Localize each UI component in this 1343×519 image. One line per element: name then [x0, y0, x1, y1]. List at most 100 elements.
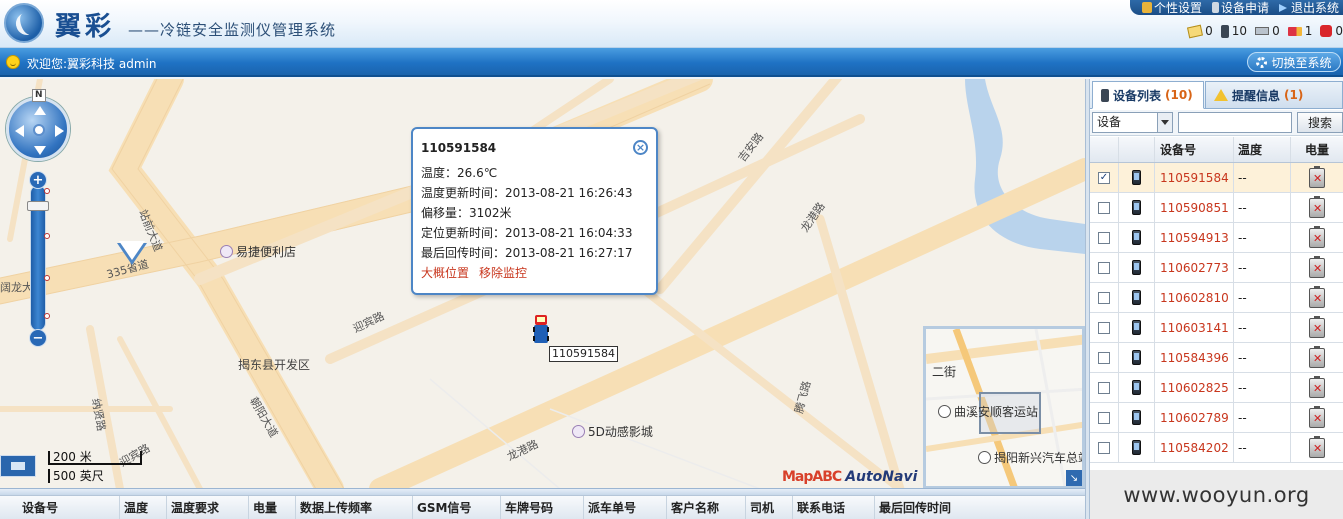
- remove-monitor-link[interactable]: 移除监控: [479, 264, 527, 281]
- header-battery[interactable]: 电量: [1291, 137, 1343, 162]
- pan-left-icon[interactable]: [15, 125, 24, 137]
- row-device-id[interactable]: 110602773: [1155, 253, 1234, 282]
- row-checkbox[interactable]: [1098, 291, 1110, 304]
- row-checkbox[interactable]: [1098, 261, 1110, 274]
- search-type-value: 设备: [1097, 115, 1122, 129]
- row-device-id[interactable]: 110603141: [1155, 313, 1234, 342]
- col-plate-number[interactable]: 车牌号码: [501, 496, 584, 519]
- col-phone[interactable]: 联系电话: [793, 496, 875, 519]
- row-device-id[interactable]: 110594913: [1155, 223, 1234, 252]
- message-counter[interactable]: 0: [1187, 24, 1213, 38]
- row-checkbox[interactable]: [1098, 201, 1110, 214]
- table-row[interactable]: 110590851 --: [1090, 193, 1343, 223]
- row-check-cell: [1090, 193, 1119, 222]
- approx-location-link[interactable]: 大概位置: [421, 264, 469, 281]
- pan-center-icon[interactable]: [33, 124, 45, 136]
- logout-label: 退出系统: [1290, 1, 1339, 15]
- collapse-overview-icon[interactable]: ↘: [1066, 470, 1082, 486]
- vehicle-marker-icon[interactable]: [533, 315, 549, 345]
- table-row[interactable]: 110594913 --: [1090, 223, 1343, 253]
- poi-store[interactable]: 易捷便利店: [220, 243, 296, 260]
- col-battery[interactable]: 电量: [249, 496, 296, 519]
- row-device-id[interactable]: 110602825: [1155, 373, 1234, 402]
- col-last-report-time[interactable]: 最后回传时间: [875, 496, 1085, 519]
- switch-system-button[interactable]: 切换至系统: [1247, 52, 1341, 72]
- overview-map[interactable]: 二街 曲溪安顺客运站 揭阳新兴汽车总站 ↘: [923, 326, 1085, 489]
- table-row[interactable]: 110602773 --: [1090, 253, 1343, 283]
- row-device-id[interactable]: 110602810: [1155, 283, 1234, 312]
- device-counter[interactable]: 10: [1220, 24, 1247, 38]
- battery-empty-icon: [1309, 285, 1325, 308]
- overview-poi-station-2: 揭阳新兴汽车总站: [978, 449, 1082, 466]
- zoom-level-marker[interactable]: [44, 313, 50, 319]
- zoom-control[interactable]: + −: [26, 171, 50, 347]
- row-checkbox[interactable]: [1098, 411, 1110, 424]
- pan-down-icon[interactable]: [34, 146, 46, 155]
- truck-counter[interactable]: 1: [1287, 24, 1313, 38]
- table-row[interactable]: 110584396 --: [1090, 343, 1343, 373]
- col-temp-requirement[interactable]: 温度要求: [167, 496, 249, 519]
- row-device-id[interactable]: 110590851: [1155, 193, 1234, 222]
- header-check-cell: [1090, 137, 1119, 162]
- device-search-input[interactable]: [1178, 112, 1292, 133]
- row-device-id[interactable]: 110591584: [1155, 163, 1234, 192]
- map-pan-control[interactable]: N: [6, 89, 70, 169]
- col-upload-frequency[interactable]: 数据上传频率: [296, 496, 413, 519]
- row-device-id[interactable]: 110584202: [1155, 433, 1234, 462]
- col-temperature[interactable]: 温度: [120, 496, 167, 519]
- row-device-id[interactable]: 110602789: [1155, 403, 1234, 432]
- search-button[interactable]: 搜索: [1297, 112, 1343, 133]
- personal-settings-link[interactable]: 个性设置: [1141, 0, 1202, 16]
- table-row[interactable]: ✓ 110591584 --: [1090, 163, 1343, 193]
- poi-cinema[interactable]: 5D动感影城: [572, 423, 653, 440]
- col-dispatch-number[interactable]: 派车单号: [584, 496, 667, 519]
- table-row[interactable]: 110602810 --: [1090, 283, 1343, 313]
- search-type-select[interactable]: 设备: [1092, 112, 1173, 133]
- device-apply-link[interactable]: 设备申请: [1211, 0, 1269, 16]
- battery-empty-icon: [1309, 225, 1325, 248]
- table-row[interactable]: 110603141 --: [1090, 313, 1343, 343]
- row-checkbox[interactable]: [1098, 351, 1110, 364]
- col-customer-name[interactable]: 客户名称: [667, 496, 746, 519]
- tab-device-list[interactable]: 设备列表 (10): [1092, 81, 1204, 109]
- offline-counter[interactable]: 0: [1255, 24, 1280, 38]
- pan-right-icon[interactable]: [55, 125, 64, 137]
- truck-count: 1: [1304, 24, 1313, 38]
- zoom-out-button[interactable]: −: [29, 329, 47, 347]
- zoom-in-button[interactable]: +: [29, 171, 47, 189]
- table-row[interactable]: 110602825 --: [1090, 373, 1343, 403]
- row-battery-cell: [1291, 373, 1343, 402]
- compass-pan-icon[interactable]: [6, 97, 70, 161]
- col-gsm-signal[interactable]: GSM信号: [413, 496, 501, 519]
- zoom-slider-handle[interactable]: [27, 201, 49, 211]
- zoom-level-marker[interactable]: [44, 233, 50, 239]
- zoom-level-marker[interactable]: [44, 188, 50, 194]
- row-device-id[interactable]: 110584396: [1155, 343, 1234, 372]
- logout-link[interactable]: 退出系统: [1278, 0, 1339, 16]
- battery-empty-icon: [1309, 195, 1325, 218]
- tab-alerts[interactable]: 提醒信息 (1): [1205, 81, 1343, 109]
- header-device-id[interactable]: 设备号: [1155, 137, 1234, 162]
- header-icon-cell: [1119, 137, 1155, 162]
- truck-icon: [1287, 26, 1302, 36]
- map-view[interactable]: 站前大道 335省道 迎宾路 迎宾路 吉安路 龙港路 龙港路 朝阳大道 纳贤路 …: [0, 79, 1085, 489]
- row-checkbox[interactable]: [1098, 441, 1110, 454]
- table-row[interactable]: 110584202 --: [1090, 433, 1343, 463]
- col-driver[interactable]: 司机: [746, 496, 793, 519]
- chevron-down-icon[interactable]: [1157, 113, 1172, 132]
- row-battery-cell: [1291, 343, 1343, 372]
- map-type-toggle-button[interactable]: [0, 455, 36, 477]
- row-checkbox[interactable]: [1098, 381, 1110, 394]
- row-checkbox[interactable]: ✓: [1098, 171, 1110, 184]
- pan-up-icon[interactable]: [34, 106, 46, 115]
- alarm-counter[interactable]: 0: [1320, 24, 1343, 38]
- close-icon[interactable]: ×: [633, 140, 648, 155]
- bottom-panel-splitter[interactable]: [0, 488, 1085, 495]
- row-checkbox[interactable]: [1098, 321, 1110, 334]
- table-row[interactable]: 110602789 --: [1090, 403, 1343, 433]
- row-checkbox[interactable]: [1098, 231, 1110, 244]
- header-temperature[interactable]: 温度: [1234, 137, 1291, 162]
- col-device-id[interactable]: 设备号: [0, 496, 120, 519]
- row-temperature: --: [1234, 223, 1291, 252]
- zoom-level-marker[interactable]: [44, 275, 50, 281]
